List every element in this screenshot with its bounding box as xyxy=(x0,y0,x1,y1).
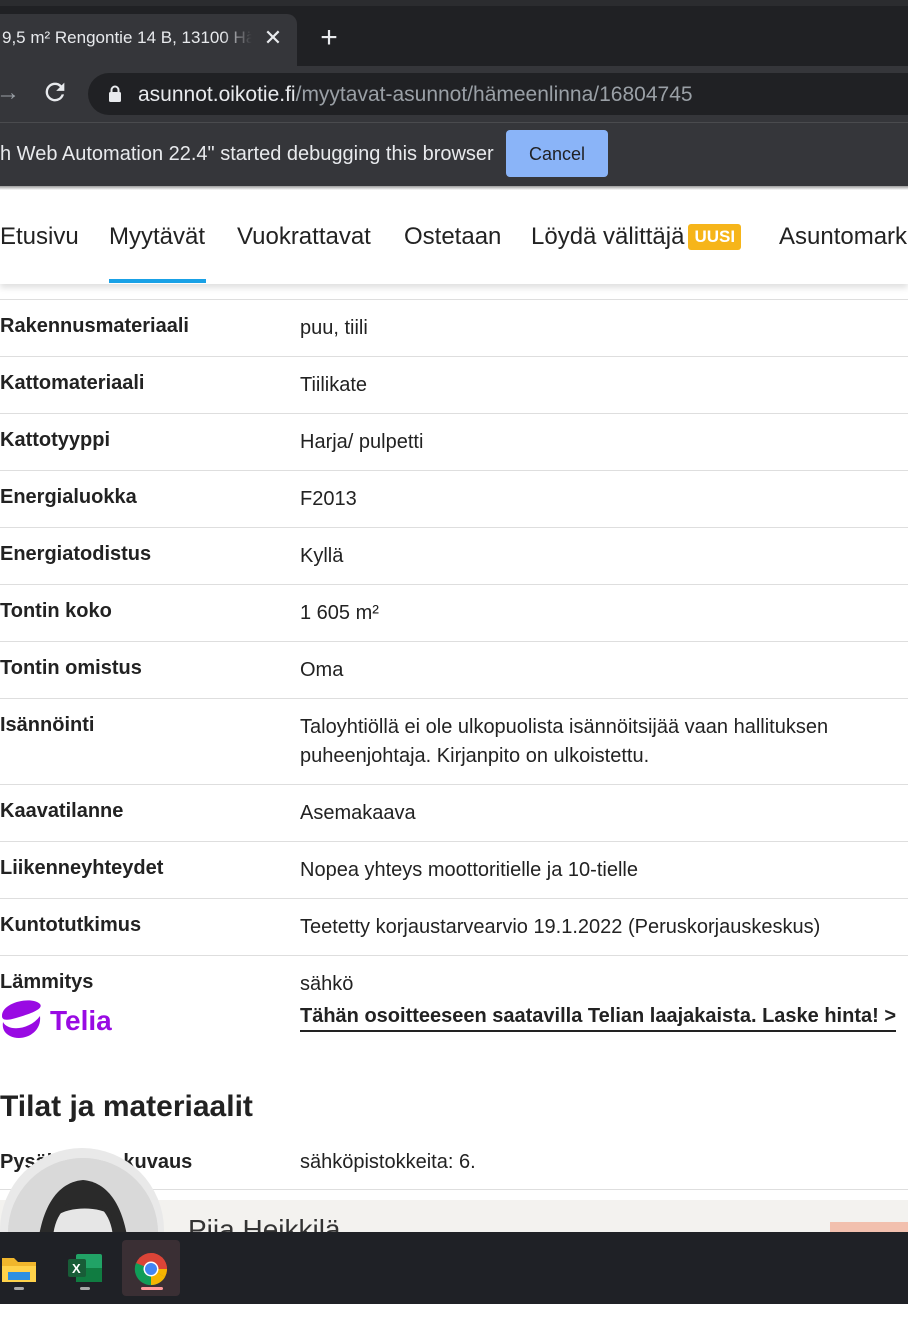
row-value: sähköpistokkeita: 6. xyxy=(300,1151,476,1173)
nav-item-ostetaan[interactable]: Ostetaan xyxy=(404,223,501,251)
excel-icon: X xyxy=(68,1254,102,1282)
nav-item-label: Löydä välittäjä xyxy=(531,223,685,250)
row-value: Tiilikate xyxy=(300,374,368,396)
row-value: Teetetty korjaustarvearvio 19.1.2022 (Pe… xyxy=(300,916,821,938)
debugging-infobar: h Web Automation 22.4" started debugging… xyxy=(0,122,908,187)
browser-tab[interactable]: 9,5 m² Rengontie 14 B, 13100 Hämeenlinna… xyxy=(0,14,297,66)
cancel-debugging-button[interactable]: Cancel xyxy=(506,130,608,177)
tab-close-icon[interactable]: ✕ xyxy=(262,27,284,49)
row-label: Kaavatilanne xyxy=(0,800,124,822)
table-row: Kattotyyppi Harja/ pulpetti xyxy=(0,413,908,470)
row-value: Kyllä xyxy=(300,545,344,567)
row-label: Kattotyyppi xyxy=(0,429,110,451)
row-value: Nopea yhteys moottoritielle ja 10-tielle xyxy=(300,859,638,881)
table-row: Energialuokka F2013 xyxy=(0,470,908,527)
active-window-indicator xyxy=(141,1287,163,1290)
section-title: Tilat ja materiaalit xyxy=(0,1090,253,1123)
screen-bottom-edge xyxy=(0,1304,908,1326)
row-label: Lämmitys xyxy=(0,971,94,993)
table-row: Rakennusmateriaali puu, tiili xyxy=(0,299,908,356)
row-label: Energiatodistus xyxy=(0,543,152,565)
chrome-icon xyxy=(134,1253,168,1286)
telia-logo[interactable]: Telia xyxy=(0,996,120,1042)
property-details-table: Rakennusmateriaali puu, tiili Kattomateri… xyxy=(0,299,908,1012)
url-host: asunnot.oikotie.fi xyxy=(138,83,296,106)
debugging-message: h Web Automation 22.4" started debugging… xyxy=(0,143,494,165)
table-row: Tontin koko 1 605 m² xyxy=(0,584,908,641)
active-nav-indicator xyxy=(109,279,206,283)
contact-agent-button[interactable] xyxy=(830,1222,908,1232)
nav-item-asuntomarkkinat[interactable]: Asuntomark xyxy=(779,223,907,251)
running-indicator xyxy=(14,1287,24,1290)
table-row: Tontin omistus Oma xyxy=(0,641,908,698)
svg-text:X: X xyxy=(72,1261,81,1276)
table-row: Energiatodistus Kyllä xyxy=(0,527,908,584)
url-text: asunnot.oikotie.fi/myytavat-asunnot/häme… xyxy=(138,83,693,107)
table-row: Kaavatilanne Asemakaava xyxy=(0,784,908,841)
table-row: Kattomateriaali Tiilikate xyxy=(0,356,908,413)
forward-icon[interactable]: → xyxy=(0,80,20,106)
row-label: Rakennusmateriaali xyxy=(0,315,189,337)
row-value: Taloyhtiöllä ei ole ulkopuolista isännöi… xyxy=(300,716,829,767)
row-value: F2013 xyxy=(300,488,357,510)
row-value: 1 605 m² xyxy=(300,602,379,624)
new-tab-icon[interactable]: + xyxy=(315,23,343,53)
row-label: Isännöinti xyxy=(0,714,95,736)
table-row: Liikenneyhteydet Nopea yhteys moottoritie… xyxy=(0,841,908,898)
row-label: Tontin koko xyxy=(0,600,112,622)
taskbar-file-explorer[interactable] xyxy=(0,1240,48,1296)
browser-toolbar: → asunnot.oikotie.fi/myytavat-asunnot/hä… xyxy=(0,66,908,122)
table-row: Lämmitys sähkö xyxy=(0,955,908,1012)
row-value: Asemakaava xyxy=(300,802,416,824)
taskbar: X xyxy=(0,1232,908,1304)
new-badge: UUSI xyxy=(688,224,742,250)
nav-item-vuokrattavat[interactable]: Vuokrattavat xyxy=(237,223,371,251)
site-navigation: Etusivu Myytävät Vuokrattavat Ostetaan L… xyxy=(0,190,908,284)
taskbar-excel[interactable]: X xyxy=(56,1240,114,1296)
tab-title: 9,5 m² Rengontie 14 B, 13100 Hämeenlinna xyxy=(2,28,252,47)
row-value: sähkö xyxy=(300,973,354,995)
row-label: Kattomateriaali xyxy=(0,372,145,394)
row-value: Harja/ pulpetti xyxy=(300,431,424,453)
window-top-edge xyxy=(0,0,908,6)
row-value: puu, tiili xyxy=(300,317,368,339)
nav-item-etusivu[interactable]: Etusivu xyxy=(0,223,79,251)
lock-icon[interactable] xyxy=(108,85,122,103)
reload-icon[interactable] xyxy=(41,78,69,106)
telia-logo-text: Telia xyxy=(50,1005,112,1036)
table-row: Isännöinti Taloyhtiöllä ei ole ulkopuolis… xyxy=(0,698,908,784)
telia-broadband-link[interactable]: Tähän osoitteeseen saatavilla Telian laa… xyxy=(300,1005,897,1032)
nav-item-loyda-valittaja[interactable]: Löydä välittäjä UUSI xyxy=(531,223,742,251)
running-indicator xyxy=(80,1287,90,1290)
row-label: Kuntotutkimus xyxy=(0,914,142,936)
nav-item-myytavat[interactable]: Myytävät xyxy=(109,223,205,251)
table-row: Kuntotutkimus Teetetty korjaustarvearvio … xyxy=(0,898,908,955)
row-label: Tontin omistus xyxy=(0,657,142,679)
row-label: Liikenneyhteydet xyxy=(0,857,164,879)
url-path: /myytavat-asunnot/hämeenlinna/16804745 xyxy=(295,83,693,106)
browser-tab-strip: 9,5 m² Rengontie 14 B, 13100 Hämeenlinna… xyxy=(0,0,908,66)
row-label: Energialuokka xyxy=(0,486,137,508)
address-bar[interactable]: asunnot.oikotie.fi/myytavat-asunnot/häme… xyxy=(88,73,908,115)
taskbar-chrome[interactable] xyxy=(122,1240,180,1296)
row-value: Oma xyxy=(300,659,344,681)
file-explorer-icon xyxy=(2,1258,36,1282)
